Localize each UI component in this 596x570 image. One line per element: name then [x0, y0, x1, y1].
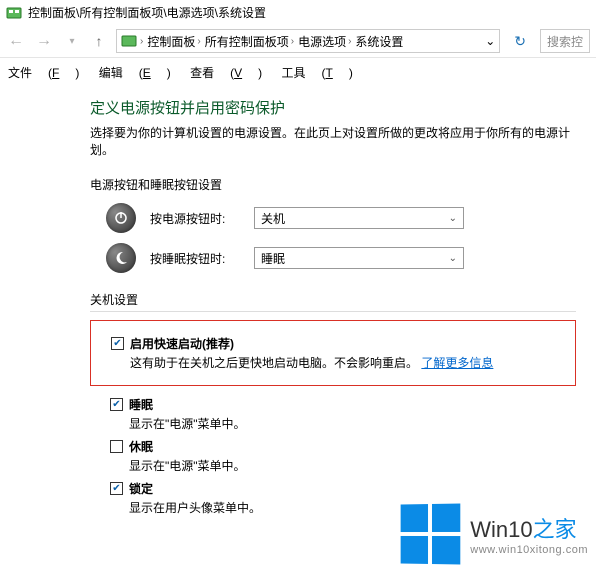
power-button-value: 关机	[261, 210, 285, 227]
sleep-option-desc: 显示在"电源"菜单中。	[129, 415, 576, 432]
fast-startup-label: 启用快速启动(推荐)	[130, 335, 234, 352]
sleep-button-label: 按睡眠按钮时:	[150, 250, 240, 267]
moon-icon	[106, 243, 136, 273]
window-title: 控制面板\所有控制面板项\电源选项\系统设置	[28, 4, 266, 21]
watermark: Win10之家 www.win10xitong.com	[400, 504, 588, 564]
shutdown-section-title: 关机设置	[90, 291, 576, 308]
divider	[90, 311, 576, 312]
refresh-button[interactable]: ↻	[508, 33, 532, 50]
chevron-right-icon: ›	[197, 36, 200, 47]
menu-edit[interactable]: 编辑(E)	[99, 66, 171, 80]
learn-more-link[interactable]: 了解更多信息	[421, 356, 493, 370]
back-button[interactable]: ←	[6, 32, 26, 50]
hibernate-checkbox[interactable]	[110, 440, 123, 453]
breadcrumb-item[interactable]: 电源选项 ›	[297, 33, 352, 50]
menu-view[interactable]: 查看(V)	[190, 66, 262, 80]
chevron-down-icon: ⌄	[449, 213, 457, 224]
power-button-dropdown[interactable]: 关机 ⌄	[254, 207, 464, 229]
sleep-button-value: 睡眠	[261, 250, 285, 267]
forward-button[interactable]: →	[34, 32, 54, 50]
power-button-label: 按电源按钮时:	[150, 210, 240, 227]
history-dropdown[interactable]: ▾	[62, 36, 82, 47]
hibernate-option-label: 休眠	[129, 438, 153, 455]
lock-checkbox[interactable]	[110, 482, 123, 495]
chevron-right-icon: ›	[348, 36, 351, 47]
breadcrumb-item[interactable]: 所有控制面板项 ›	[204, 33, 295, 50]
sleep-button-dropdown[interactable]: 睡眠 ⌄	[254, 247, 464, 269]
menu-file[interactable]: 文件(F)	[8, 66, 79, 80]
page-heading: 定义电源按钮并启用密码保护	[90, 97, 576, 118]
control-panel-icon	[6, 5, 22, 21]
control-panel-icon	[121, 33, 137, 49]
lock-option-label: 锁定	[129, 480, 153, 497]
address-bar[interactable]: › 控制面板 › 所有控制面板项 › 电源选项 › 系统设置 ⌄	[116, 29, 500, 53]
address-dropdown-icon[interactable]: ⌄	[485, 34, 495, 48]
menu-tools[interactable]: 工具(T)	[281, 66, 352, 80]
fast-startup-desc: 这有助于在关机之后更快地启动电脑。不会影响重启。	[130, 356, 418, 370]
sleep-checkbox[interactable]	[110, 398, 123, 411]
power-icon	[106, 203, 136, 233]
search-placeholder: 搜索控	[547, 33, 583, 50]
highlight-box: 启用快速启动(推荐) 这有助于在关机之后更快地启动电脑。不会影响重启。 了解更多…	[90, 320, 576, 386]
chevron-right-icon[interactable]: ›	[140, 36, 143, 47]
page-description: 选择要为你的计算机设置的电源设置。在此页上对设置所做的更改将应用于你所有的电源计…	[90, 124, 576, 158]
up-button[interactable]: ↑	[90, 33, 108, 49]
search-input[interactable]: 搜索控	[540, 29, 590, 53]
menu-bar: 文件(F) 编辑(E) 查看(V) 工具(T)	[0, 58, 596, 87]
chevron-down-icon: ⌄	[449, 253, 457, 264]
windows-logo-icon	[401, 504, 461, 565]
sleep-option-label: 睡眠	[129, 396, 153, 413]
section-buttons-sleep: 电源按钮和睡眠按钮设置	[90, 176, 576, 193]
fast-startup-checkbox[interactable]	[111, 337, 124, 350]
breadcrumb-item[interactable]: 控制面板 ›	[146, 33, 201, 50]
watermark-url: www.win10xitong.com	[470, 544, 588, 556]
chevron-right-icon: ›	[291, 36, 294, 47]
hibernate-option-desc: 显示在"电源"菜单中。	[129, 457, 576, 474]
breadcrumb-item[interactable]: 系统设置	[354, 33, 404, 50]
